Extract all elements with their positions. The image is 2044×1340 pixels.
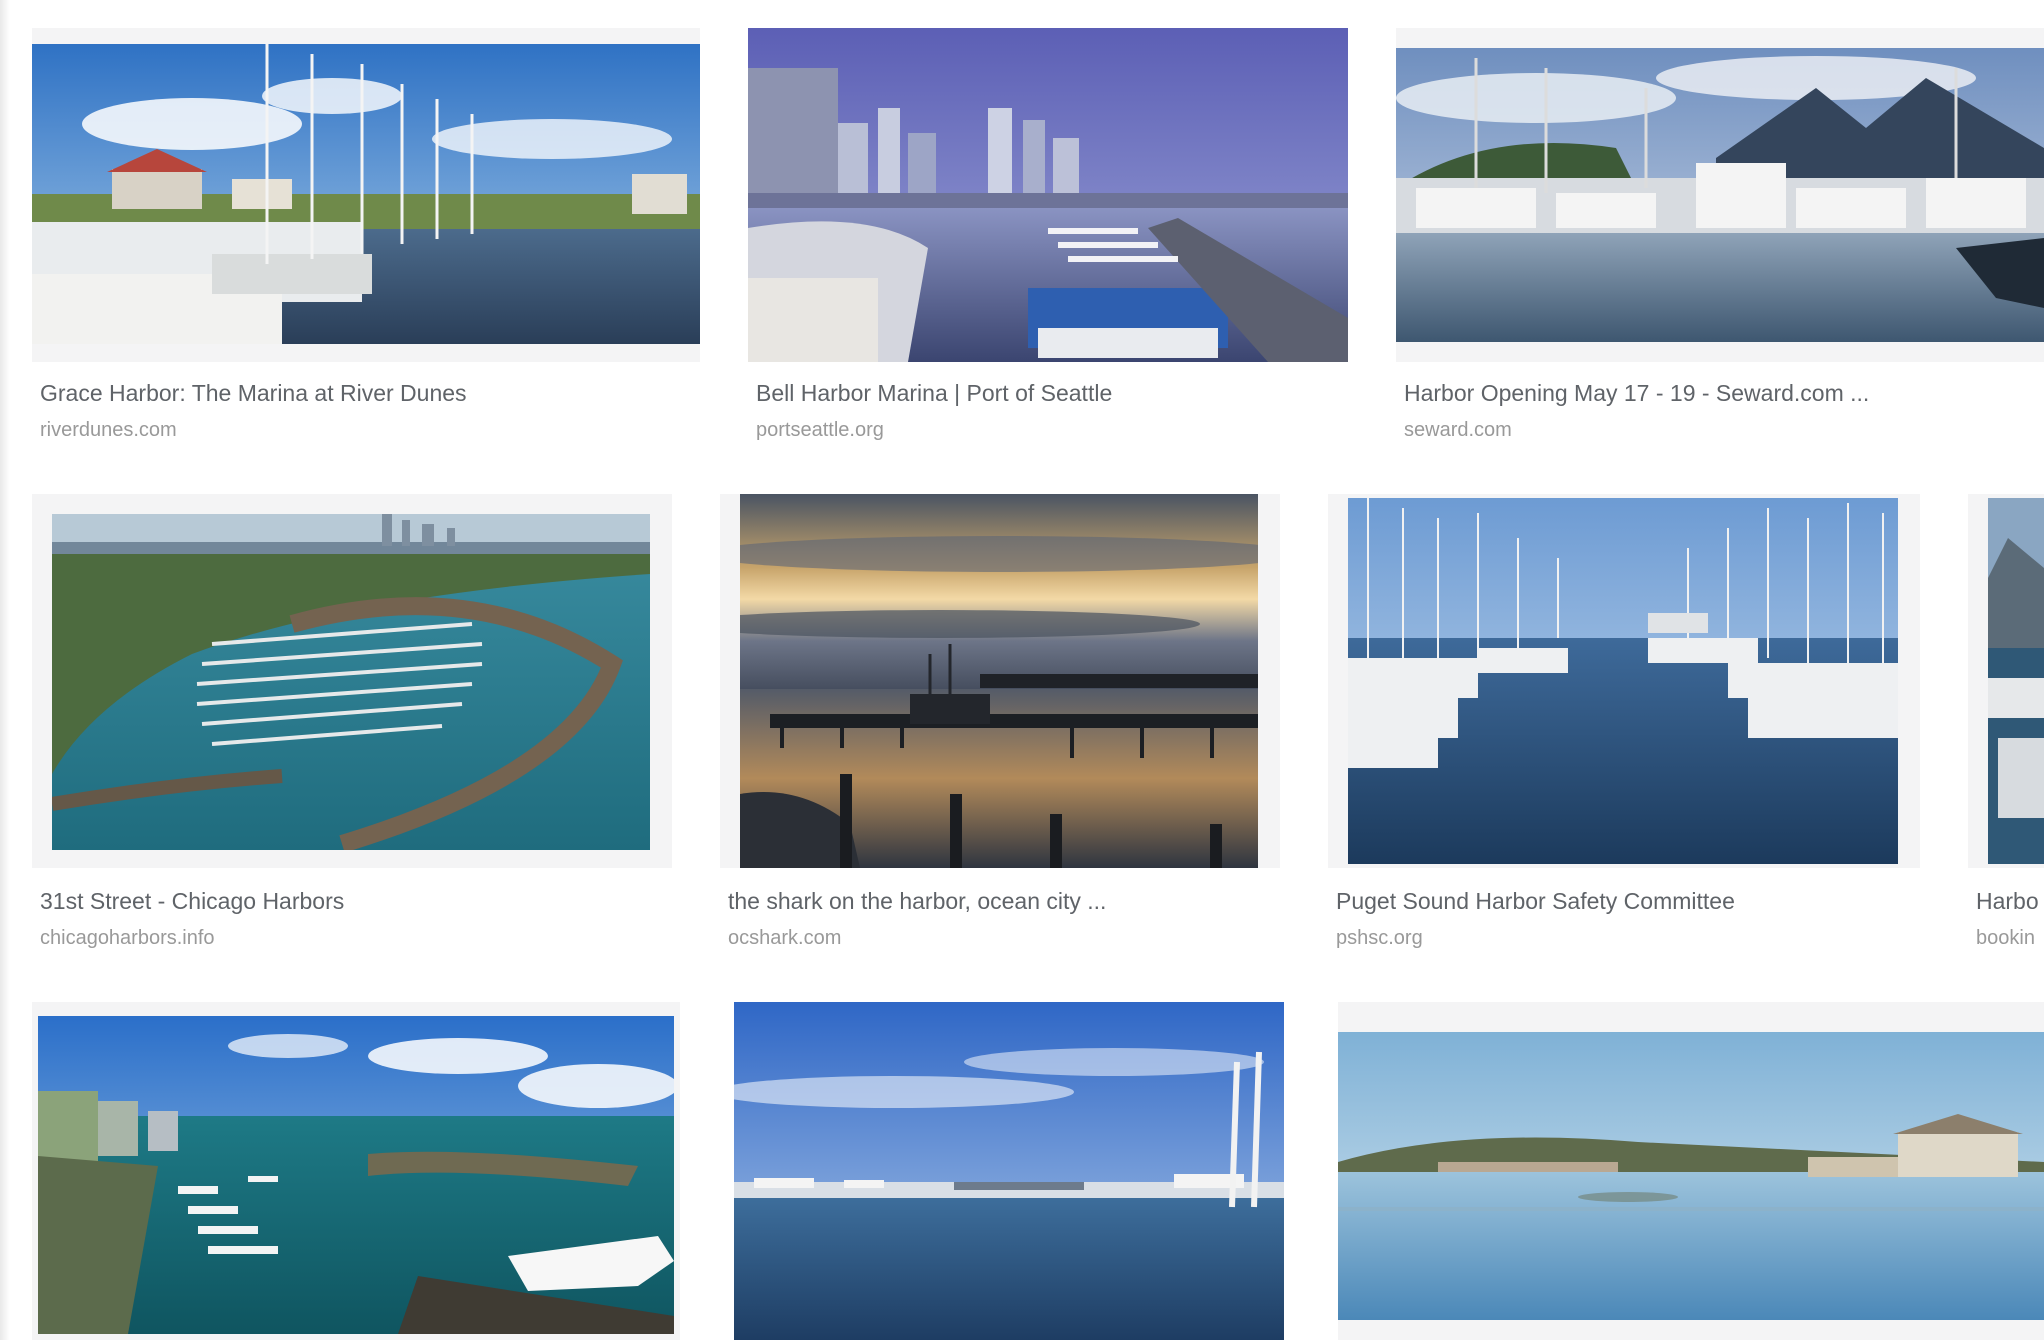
result-image-7[interactable] — [1988, 498, 2044, 864]
result-title-6[interactable]: Puget Sound Harbor Safety Committee — [1336, 887, 1916, 915]
result-image-1[interactable] — [32, 44, 700, 344]
result-title-4[interactable]: 31st Street - Chicago Harbors — [40, 887, 680, 915]
result-title-7[interactable]: Harbo — [1976, 887, 2044, 915]
image-results-grid: Grace Harbor: The Marina at River Dunes … — [0, 0, 2044, 1340]
result-image-2[interactable] — [748, 28, 1348, 362]
result-site-3[interactable]: seward.com — [1404, 418, 2044, 442]
result-title-3[interactable]: Harbor Opening May 17 - 19 - Seward.com … — [1404, 379, 2044, 407]
result-title-5[interactable]: the shark on the harbor, ocean city ... — [728, 887, 1280, 915]
result-image-8[interactable] — [38, 1016, 674, 1334]
result-title-1[interactable]: Grace Harbor: The Marina at River Dunes — [40, 379, 700, 407]
result-image-3[interactable] — [1396, 48, 2044, 342]
result-site-2[interactable]: portseattle.org — [756, 418, 1356, 442]
left-edge-shadow — [0, 0, 10, 1340]
result-site-7[interactable]: bookin — [1976, 926, 2044, 950]
result-image-6[interactable] — [1348, 498, 1898, 864]
result-image-5[interactable] — [740, 494, 1258, 868]
result-site-1[interactable]: riverdunes.com — [40, 418, 700, 442]
result-site-6[interactable]: pshsc.org — [1336, 926, 1916, 950]
result-image-10[interactable] — [1338, 1032, 2044, 1320]
result-title-2[interactable]: Bell Harbor Marina | Port of Seattle — [756, 379, 1356, 407]
result-site-5[interactable]: ocshark.com — [728, 926, 1280, 950]
result-image-9[interactable] — [734, 1002, 1284, 1340]
result-site-4[interactable]: chicagoharbors.info — [40, 926, 680, 950]
result-image-4[interactable] — [52, 514, 650, 850]
